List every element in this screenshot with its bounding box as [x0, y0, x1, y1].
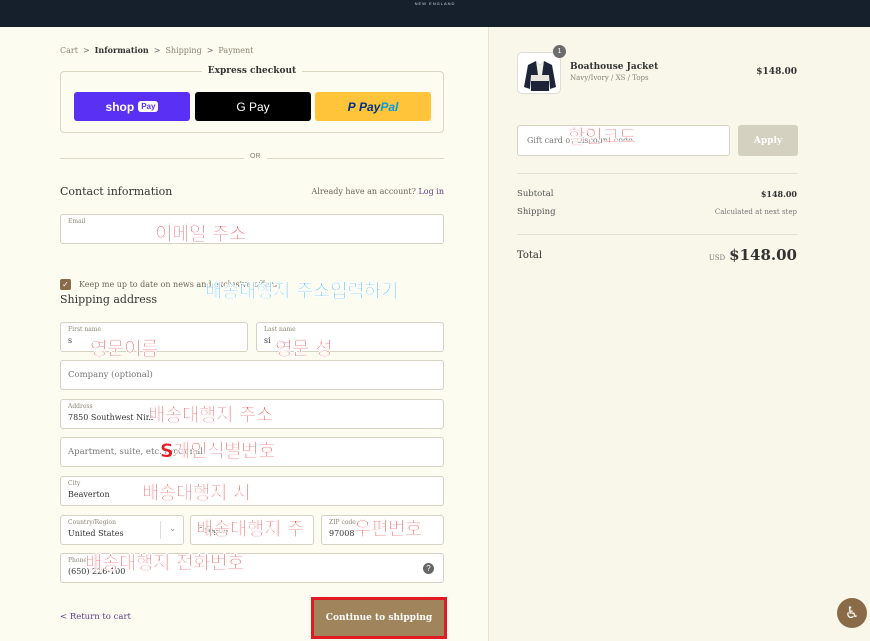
login-link[interactable]: Log in: [418, 187, 444, 196]
select-divider: [160, 521, 161, 539]
top-bar: NEW ENGLAND: [0, 0, 870, 27]
country-label: Country/Region: [68, 519, 116, 526]
paypal-button[interactable]: P Pay Pal: [315, 92, 431, 121]
shop-pay-label: shop: [105, 99, 135, 114]
quantity-badge: 1: [553, 45, 566, 58]
total-value: $148.00: [729, 246, 797, 264]
google-pay-button[interactable]: G Pay: [195, 92, 311, 121]
product-variant: Navy/Ivory / XS / Tops: [570, 74, 649, 82]
breadcrumb-payment: Payment: [218, 46, 254, 55]
annotation-shipping-heading: 배송대행지 주소입력하기: [205, 280, 399, 302]
breadcrumb-sep: >: [153, 46, 161, 55]
express-title: Express checkout: [201, 66, 303, 76]
address-label: Address: [68, 403, 93, 410]
annotation-state: 배송대행지 주: [196, 518, 305, 540]
total-currency: USD: [708, 254, 726, 262]
express-checkout: Express checkout shop Pay G Pay P Pay Pal: [60, 66, 444, 133]
annotation-address: 배송대행지 주소: [148, 404, 274, 426]
annotation-discount: 할인코드: [568, 126, 637, 148]
product-name: Boathouse Jacket: [570, 62, 659, 72]
breadcrumb-sep: >: [82, 46, 90, 55]
chevron-down-icon: ⌄: [169, 524, 176, 533]
breadcrumb-information: Information: [94, 45, 149, 55]
annotation-apartment: S개인식별번호: [160, 440, 276, 462]
last-name-label: Last name: [264, 326, 296, 333]
shipping-heading: Shipping address: [60, 293, 158, 306]
annotation-city: 배송대행지 시: [142, 482, 251, 504]
breadcrumb-cart[interactable]: Cart: [60, 46, 78, 55]
return-to-cart-link[interactable]: < Return to cart: [60, 612, 131, 622]
contact-heading: Contact information: [60, 185, 173, 198]
checkout-main: Cart > Information > Shipping > Payment Expres…: [0, 27, 488, 641]
company-placeholder: Company (optional): [68, 370, 153, 380]
question-circle-icon[interactable]: ?: [423, 563, 434, 574]
shipping-label: Shipping: [517, 207, 556, 217]
city-field[interactable]: City Beaverton: [60, 476, 444, 506]
or-label: OR: [244, 153, 267, 160]
breadcrumb: Cart > Information > Shipping > Payment: [60, 45, 253, 55]
company-field[interactable]: Company (optional): [60, 360, 444, 390]
zip-label: ZIP code: [329, 519, 356, 526]
zip-value: 97008: [329, 529, 355, 538]
accessibility-icon[interactable]: ♿: [837, 598, 867, 628]
account-prompt-text: Already have an account?: [311, 187, 416, 196]
apply-button[interactable]: Apply: [738, 125, 798, 156]
express-title-wrap: Express checkout: [61, 66, 443, 76]
country-value: United States: [68, 529, 124, 538]
or-divider: OR: [60, 153, 444, 160]
paypal-icon: P: [347, 99, 356, 114]
order-summary: [488, 27, 870, 641]
summary-divider: [517, 173, 798, 174]
product-price: $148.00: [756, 67, 797, 77]
shipping-value: Calculated at next step: [714, 208, 797, 216]
annotation-email: 이메일 주소: [155, 223, 247, 245]
subtotal-label: Subtotal: [517, 189, 554, 199]
annotation-first-name: 영문이름: [90, 338, 159, 360]
breadcrumb-shipping: Shipping: [165, 46, 202, 55]
account-prompt: Already have an account? Log in: [312, 187, 444, 196]
annotation-last-name: 영문 성: [275, 338, 333, 360]
email-field[interactable]: Email: [60, 214, 444, 244]
email-label: Email: [68, 218, 86, 225]
shop-pay-badge: Pay: [138, 101, 159, 112]
first-name-label: First name: [68, 326, 102, 333]
country-select[interactable]: Country/Region United States ⌄: [60, 515, 184, 545]
paypal-label-a: Pay: [358, 99, 381, 114]
newsletter-checkbox[interactable]: ✓: [60, 279, 71, 290]
subtotal-value: $148.00: [760, 189, 797, 199]
paypal-label-b: Pal: [380, 99, 399, 114]
product-thumbnail: [517, 52, 561, 94]
continue-to-shipping-button[interactable]: Continue to shipping: [311, 597, 447, 639]
last-name-value: si: [264, 336, 271, 345]
breadcrumb-sep: >: [206, 46, 214, 55]
google-pay-label: G Pay: [236, 99, 270, 114]
brand-logo: NEW ENGLAND: [414, 1, 456, 6]
total-label: Total: [517, 250, 543, 261]
jacket-image: [524, 61, 556, 91]
shop-pay-button[interactable]: shop Pay: [74, 92, 190, 121]
city-label: City: [68, 480, 81, 487]
city-value: Beaverton: [68, 490, 110, 499]
total-value-wrap: USD $148.00: [709, 246, 797, 264]
summary-divider: [517, 234, 798, 235]
address-value: 7850 Southwest Nim: [68, 413, 154, 422]
annotation-zip: 우편번호: [354, 518, 423, 540]
first-name-value: s: [68, 336, 73, 345]
annotation-phone: 배송대행지 전화번호: [85, 552, 245, 574]
